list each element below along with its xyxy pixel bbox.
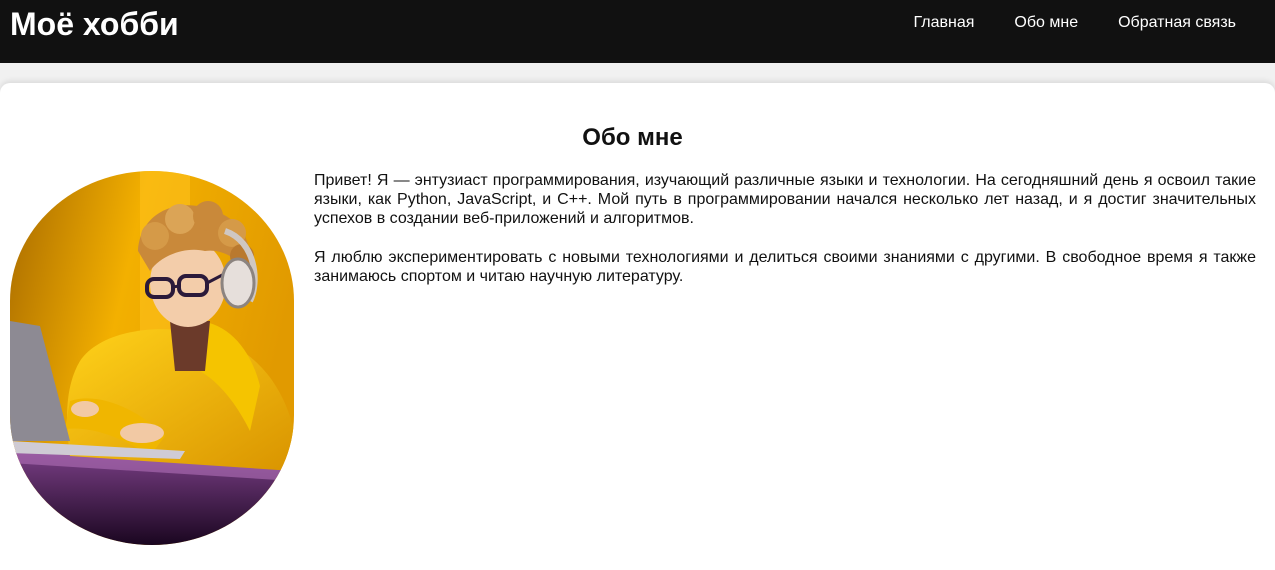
site-header: Моё хобби Главная Обо мне Обратная связь bbox=[0, 0, 1275, 63]
bio-text: Привет! Я — энтузиаст программирования, … bbox=[314, 171, 1256, 286]
nav-link-about[interactable]: Обо мне bbox=[1014, 13, 1078, 33]
bio-paragraph: Привет! Я — энтузиаст программирования, … bbox=[314, 172, 1256, 227]
main-nav: Главная Обо мне Обратная связь bbox=[913, 13, 1275, 33]
profile-photo bbox=[10, 171, 294, 545]
nav-link-feedback[interactable]: Обратная связь bbox=[1118, 13, 1236, 33]
nav-link-home[interactable]: Главная bbox=[914, 13, 975, 33]
site-title: Моё хобби bbox=[10, 6, 179, 42]
about-section: Обо мне Привет! Я — энтузиаст программир… bbox=[0, 83, 1275, 570]
section-title: Обо мне bbox=[582, 124, 683, 151]
bio-paragraph: Я люблю экспериментировать с новыми техн… bbox=[314, 249, 1256, 285]
